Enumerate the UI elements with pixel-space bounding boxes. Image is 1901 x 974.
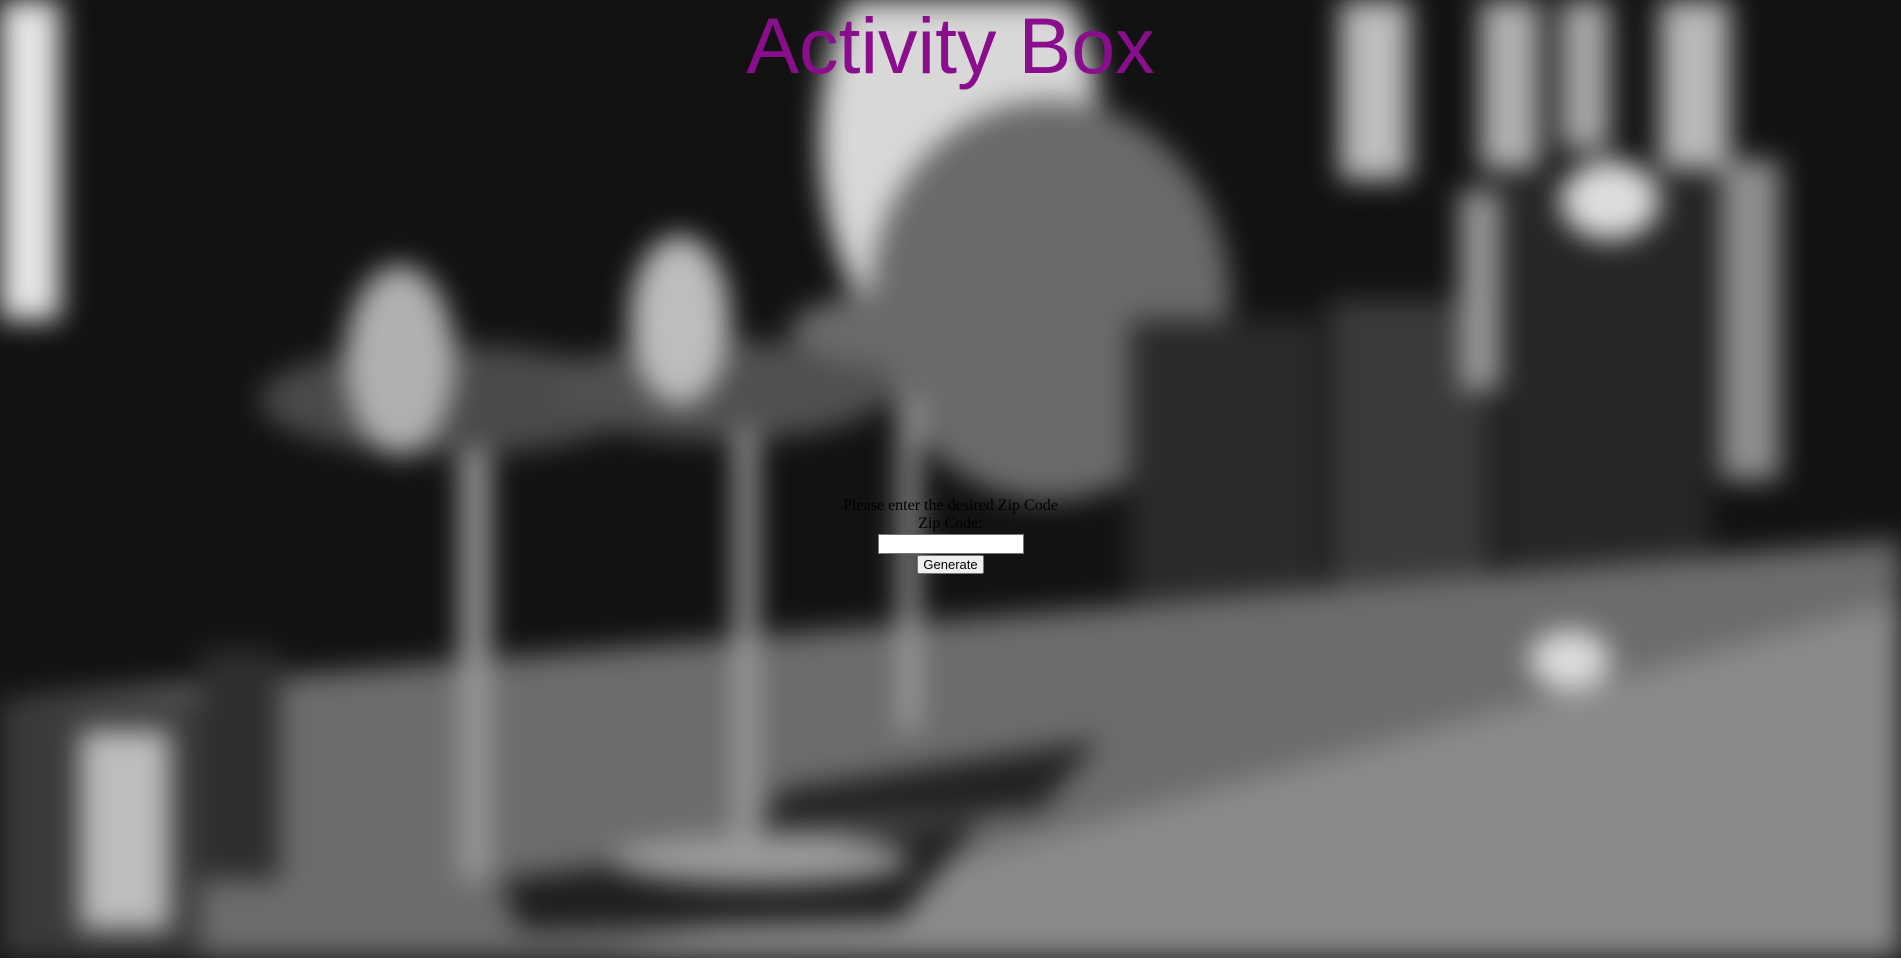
page-title: Activity Box [746, 1, 1155, 90]
zip-field-label: Zip Code: [918, 515, 983, 532]
zip-prompt-text: Please enter the desired Zip Code [843, 497, 1058, 514]
background-photo-art [0, 0, 1901, 958]
zip-code-input[interactable] [877, 534, 1024, 554]
zip-form: Please enter the desired Zip Code Zip Co… [0, 497, 1901, 574]
page: Activity Box Please enter the desired Zi… [0, 0, 1901, 974]
generate-button[interactable]: Generate [917, 555, 984, 574]
background-image [0, 0, 1901, 958]
